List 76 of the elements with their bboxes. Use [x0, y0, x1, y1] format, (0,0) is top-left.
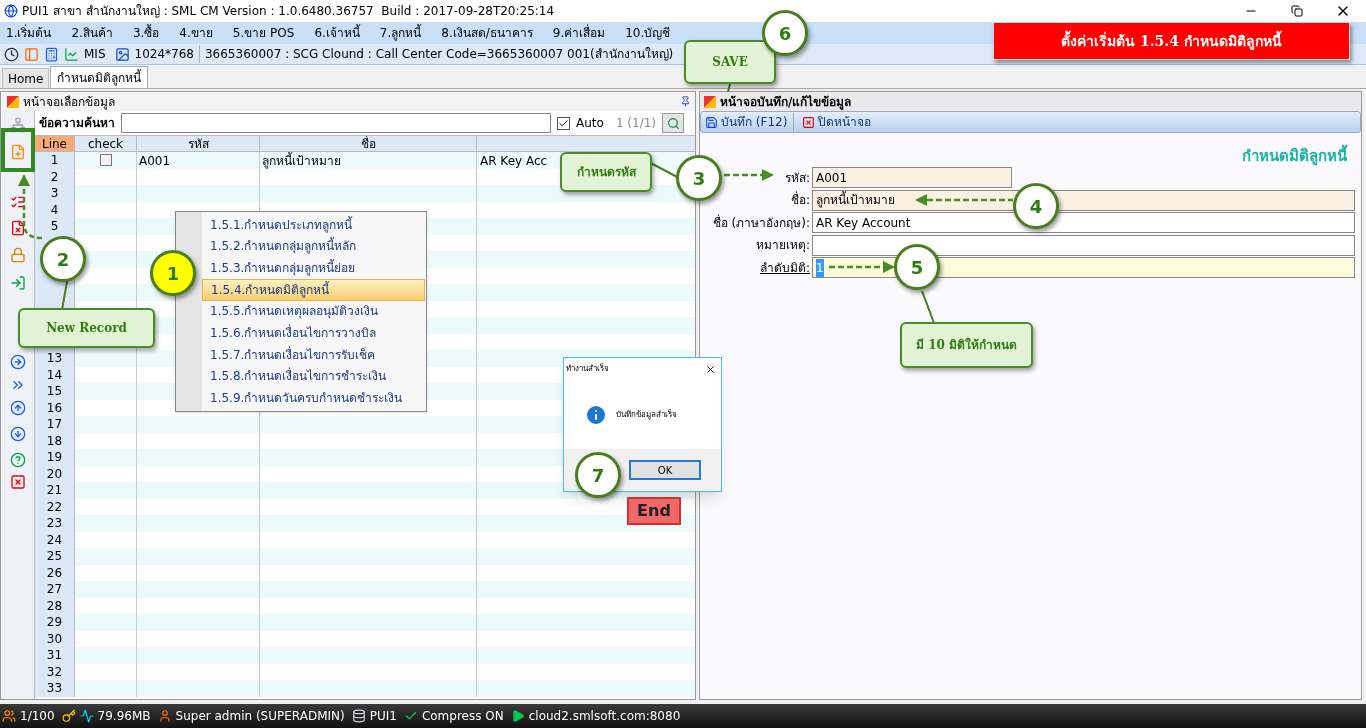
row-header: 27: [35, 581, 75, 598]
window-title: PUI1 สาขา สำนักงานใหญ่ : SML CM Version : 1.0.6480.36757 Build : 2017-09-28T20:25:14: [22, 3, 555, 20]
end-button[interactable]: End: [627, 497, 681, 525]
connection-info: 3665360007 : SCG Clound : Call Center Code=3665360007 001(สำนักงานใหญ่): [198, 45, 674, 63]
status-text: Compress ON: [421, 708, 504, 725]
tab[interactable]: Home: [2, 68, 50, 88]
column-header[interactable]: ชื่อ: [260, 136, 477, 151]
menu-item[interactable]: 1.5.5.กำหนดเหตุผลอนุมัติวงเงิน: [202, 300, 425, 323]
menu-item[interactable]: 9.ค่าเสื่อม: [552, 24, 606, 42]
column-header[interactable]: รหัส: [137, 136, 260, 151]
menu-item[interactable]: 6.เจ้าหนี้: [314, 24, 360, 42]
mis-button[interactable]: MIS: [84, 45, 106, 63]
row-header: 31: [35, 647, 75, 664]
field-label: ลำดับมิติ:: [759, 259, 810, 277]
menu-item[interactable]: 1.5.3.กำหนดกลุ่มลูกหนี้ย่อย: [202, 257, 425, 279]
row-header: 13: [35, 350, 75, 367]
status-text: 1/100: [20, 708, 55, 725]
field-label: หมายเหตุ:: [755, 237, 810, 255]
save-button[interactable]: บันทึก (F12): [705, 113, 795, 131]
panel-title: หน้าจอบันทึก/แก้ไขข้อมูล: [720, 93, 852, 111]
input-field[interactable]: A001: [812, 167, 1012, 189]
close-screen-button[interactable]: ปิดหน้าจอ: [802, 113, 878, 131]
status-text: cloud2.smlsoft.com:8080: [528, 708, 681, 725]
callout-note: มี 10 มิติให้กำหนด: [900, 322, 1033, 368]
callout-note: SAVE: [684, 40, 776, 84]
status-text: 79.96MB: [97, 708, 151, 725]
menu-item[interactable]: 3.ซื้อ: [132, 24, 160, 42]
column-header[interactable]: Line: [35, 136, 75, 151]
table-cell: ลูกหนี้เป้าหมาย: [262, 154, 341, 168]
status-text: Super admin (SUPERADMIN): [175, 708, 345, 725]
record-count: 1 (1/1): [615, 115, 656, 132]
row-header: 5: [35, 218, 75, 235]
menu-item[interactable]: 1.5.6.กำหนดเงื่อนไขการวางบิล: [202, 322, 425, 344]
form-title: กำหนดมิติลูกหนี้: [1242, 144, 1347, 167]
menu-item[interactable]: 8.เงินสด/ธนาคาร: [441, 24, 533, 42]
menu-item[interactable]: 1.เริ่มต้น: [6, 24, 52, 42]
table-cell: A001: [139, 154, 171, 168]
menu-item[interactable]: 1.5.8.กำหนดเงื่อนไขการชำระเงิน: [202, 365, 425, 388]
table-cell: AR Key Acc: [480, 154, 548, 168]
callout-note: กำหนดรหัส: [560, 152, 652, 192]
row-header: 15: [35, 383, 75, 400]
column-header[interactable]: check: [75, 136, 137, 151]
ok-button[interactable]: OK: [629, 460, 701, 480]
row-header: 19: [35, 449, 75, 466]
menu-item[interactable]: 1.5.7.กำหนดเงื่อนไขการรับเช็ค: [202, 343, 425, 366]
menu-item[interactable]: 1.5.2.กำหนดกลุ่มลูกหนี้หลัก: [202, 235, 425, 258]
callout-note: New Record: [18, 308, 155, 348]
menu-item[interactable]: 1.5.1.กำหนดประเภทลูกหนี้: [202, 214, 425, 236]
menu-item[interactable]: 2.สินค้า: [71, 24, 113, 42]
field-label: ชื่อ:: [790, 191, 810, 210]
menu-item[interactable]: 4.ขาย: [179, 24, 213, 42]
search-label: ข้อความค้นหา: [39, 115, 115, 132]
menu-item[interactable]: 7.ลูกหนี้: [379, 24, 422, 42]
dialog-title: ทำงานสำเร็จ: [566, 363, 609, 375]
input-field[interactable]: AR Key Account: [812, 212, 1355, 234]
menu-item[interactable]: 1.5.4.กำหนดมิติลูกหนี้: [202, 278, 425, 301]
menu-item[interactable]: 10.บัญชี: [625, 24, 671, 42]
status-text: PUI1: [369, 708, 397, 725]
panel-title: หน้าจอเลือกข้อมูล: [23, 93, 115, 111]
menu-item[interactable]: 5.ขาย POS: [232, 24, 295, 42]
dialog-message: บันทึกข้อมูลสำเร็จ: [616, 408, 677, 421]
row-header: 17: [35, 416, 75, 433]
tab[interactable]: กำหนดมิติลูกหนี้: [50, 66, 149, 88]
row-header: 3: [35, 185, 75, 202]
auto-label: Auto: [576, 115, 604, 132]
menu-item[interactable]: 1.5.9.กำหนดวันครบกำหนดชำระเงิน: [202, 387, 425, 409]
banner-text: ตั้งค่าเริ่มต้น 1.5.4 กำหนดมิติลูกหนี้: [1061, 30, 1282, 52]
row-header: 1: [35, 152, 75, 169]
resolution-label[interactable]: 1024*768: [134, 45, 194, 63]
row-header: 33: [35, 680, 75, 697]
row-header: 23: [35, 515, 75, 532]
field-label: รหัส:: [784, 169, 810, 187]
row-header: 21: [35, 482, 75, 499]
row-header: 29: [35, 614, 75, 631]
field-label: ชื่อ (ภาษาอังกฤษ):: [712, 213, 810, 232]
row-header: 25: [35, 548, 75, 565]
